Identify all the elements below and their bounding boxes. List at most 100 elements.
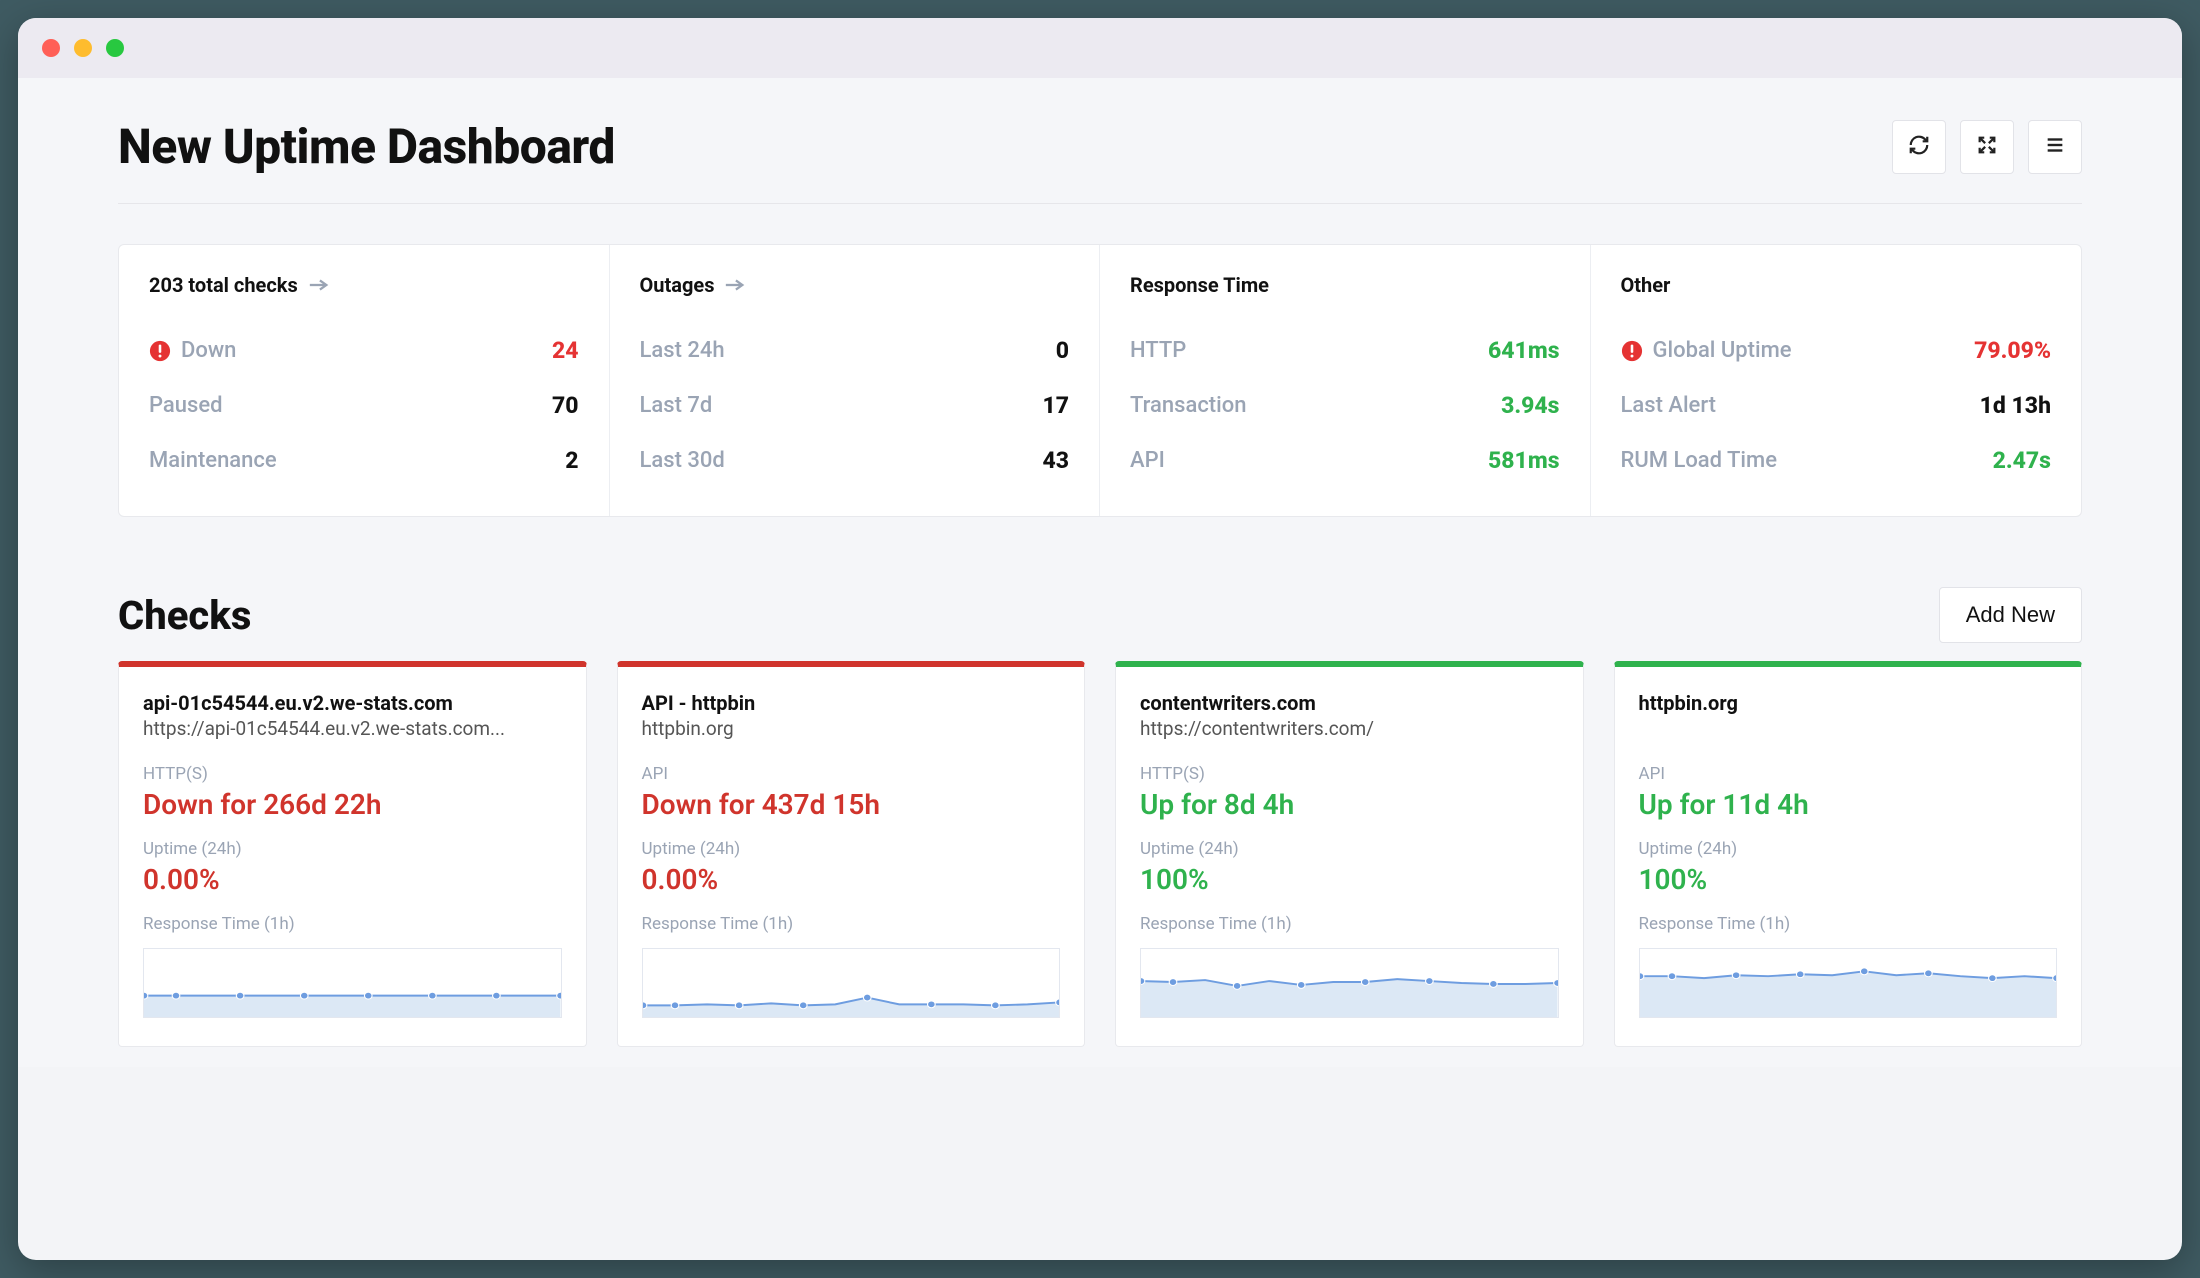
checks-section-header: Checks Add New [118, 587, 2082, 643]
summary-card-title-text: Outages [640, 273, 715, 297]
check-type-label: API [1639, 764, 2058, 784]
check-card[interactable]: contentwriters.comhttps://contentwriters… [1115, 661, 1584, 1047]
check-uptime-value: 0.00% [642, 863, 1061, 896]
summary-row-label: Down [149, 338, 236, 363]
close-window-icon[interactable] [42, 39, 60, 57]
check-type-label: HTTP(S) [143, 764, 562, 784]
summary-card-title-text: 203 total checks [149, 273, 298, 297]
alert-icon [1621, 340, 1643, 362]
summary-row: Global Uptime 79.09% [1621, 323, 2052, 378]
menu-button[interactable] [2028, 120, 2082, 174]
summary-row: Last 30d 43 [640, 433, 1070, 488]
summary-card-title: Response Time [1130, 273, 1560, 297]
refresh-icon [1908, 134, 1930, 160]
summary-card-title[interactable]: 203 total checks [149, 273, 579, 297]
check-rt-label: Response Time (1h) [642, 914, 1061, 934]
check-status: Up for 8d 4h [1140, 788, 1559, 821]
hamburger-icon [2044, 134, 2066, 160]
alert-icon [149, 340, 171, 362]
check-title: httpbin.org [1639, 691, 2058, 715]
check-subtitle: https://api-01c54544.eu.v2.we-stats.com.… [143, 717, 562, 740]
check-title: contentwriters.com [1140, 691, 1559, 715]
summary-response-card: Response Time HTTP 641ms Transaction 3.94s AP… [1100, 245, 1591, 516]
summary-row-value: 17 [1042, 392, 1069, 419]
window-titlebar [18, 18, 2182, 78]
summary-row-label: RUM Load Time [1621, 448, 1778, 473]
expand-icon [1976, 134, 1998, 160]
summary-row-value: 3.94s [1501, 392, 1559, 419]
check-status: Down for 437d 15h [642, 788, 1061, 821]
summary-row-label: Global Uptime [1621, 338, 1792, 363]
summary-outages-card: Outages Last 24h 0 Last 7d 17 Last 30d 43 [610, 245, 1101, 516]
summary-row: Down24 [149, 323, 579, 378]
summary-card-title[interactable]: Outages [640, 273, 1070, 297]
summary-row-value: 1d 13h [1980, 392, 2051, 419]
check-card[interactable]: httpbin.org API Up for 11d 4h Uptime (24h)… [1614, 661, 2083, 1047]
checks-heading: Checks [118, 592, 251, 639]
check-subtitle: httpbin.org [642, 717, 1061, 740]
summary-card-title-text: Response Time [1130, 273, 1269, 297]
page-header: New Uptime Dashboard [118, 118, 2082, 204]
check-card[interactable]: api-01c54544.eu.v2.we-stats.comhttps://a… [118, 661, 587, 1047]
check-card[interactable]: API - httpbinhttpbin.orgAPIDown for 437d… [617, 661, 1086, 1047]
refresh-button[interactable] [1892, 120, 1946, 174]
summary-other-card: Other Global Uptime 79.09% Last Alert 1d 13h… [1591, 245, 2082, 516]
summary-row-label: Last 30d [640, 448, 725, 473]
minimize-window-icon[interactable] [74, 39, 92, 57]
summary-card-title: Other [1621, 273, 2052, 297]
summary-card-title-text: Other [1621, 273, 1671, 297]
check-subtitle: https://contentwriters.com/ [1140, 717, 1559, 740]
add-new-button[interactable]: Add New [1939, 587, 2082, 643]
check-rt-label: Response Time (1h) [1140, 914, 1559, 934]
summary-row: Maintenance 2 [149, 433, 579, 488]
summary-row-value: 2 [565, 447, 578, 474]
summary-row-label: Last 7d [640, 393, 713, 418]
arrow-right-icon [308, 277, 330, 293]
check-type-label: API [642, 764, 1061, 784]
page-title: New Uptime Dashboard [118, 118, 615, 175]
summary-row-value: 79.09% [1974, 337, 2051, 364]
summary-row: HTTP 641ms [1130, 323, 1560, 378]
summary-row: Last 24h 0 [640, 323, 1070, 378]
summary-row-label: Maintenance [149, 448, 277, 473]
summary-row-value: 0 [1056, 337, 1069, 364]
summary-row: API 581ms [1130, 433, 1560, 488]
sparkline-chart [1639, 948, 2058, 1018]
check-uptime-label: Uptime (24h) [1639, 839, 2058, 859]
check-uptime-label: Uptime (24h) [143, 839, 562, 859]
header-actions [1892, 120, 2082, 174]
check-uptime-label: Uptime (24h) [642, 839, 1061, 859]
summary-row: RUM Load Time 2.47s [1621, 433, 2052, 488]
summary-row-label: Transaction [1130, 393, 1246, 418]
summary-row-value: 581ms [1488, 447, 1559, 474]
check-status: Down for 266d 22h [143, 788, 562, 821]
summary-row: Last Alert 1d 13h [1621, 378, 2052, 433]
check-uptime-value: 100% [1140, 863, 1559, 896]
check-uptime-value: 0.00% [143, 863, 562, 896]
app-window: New Uptime Dashboard [18, 18, 2182, 1260]
summary-grid: 203 total checksDown24Paused70Maintenanc… [118, 244, 2082, 517]
check-status: Up for 11d 4h [1639, 788, 2058, 821]
summary-row-label: Last 24h [640, 338, 725, 363]
summary-row: Transaction 3.94s [1130, 378, 1560, 433]
summary-row-value: 641ms [1488, 337, 1559, 364]
check-rt-label: Response Time (1h) [143, 914, 562, 934]
arrow-right-icon [724, 277, 746, 293]
sparkline-chart [642, 948, 1061, 1018]
summary-row-label: HTTP [1130, 338, 1186, 363]
check-uptime-value: 100% [1639, 863, 2058, 896]
summary-row-label: Paused [149, 393, 223, 418]
maximize-window-icon[interactable] [106, 39, 124, 57]
sparkline-chart [1140, 948, 1559, 1018]
check-title: api-01c54544.eu.v2.we-stats.com [143, 691, 562, 715]
summary-row: Paused70 [149, 378, 579, 433]
check-rt-label: Response Time (1h) [1639, 914, 2058, 934]
fullscreen-button[interactable] [1960, 120, 2014, 174]
page-content: New Uptime Dashboard [18, 78, 2182, 1067]
summary-row-value: 43 [1042, 447, 1069, 474]
summary-row-label: API [1130, 448, 1165, 473]
check-subtitle [1639, 717, 2058, 740]
summary-row-label: Last Alert [1621, 393, 1716, 418]
summary-checks-card: 203 total checksDown24Paused70Maintenanc… [119, 245, 610, 516]
summary-row-value: 2.47s [1993, 447, 2051, 474]
